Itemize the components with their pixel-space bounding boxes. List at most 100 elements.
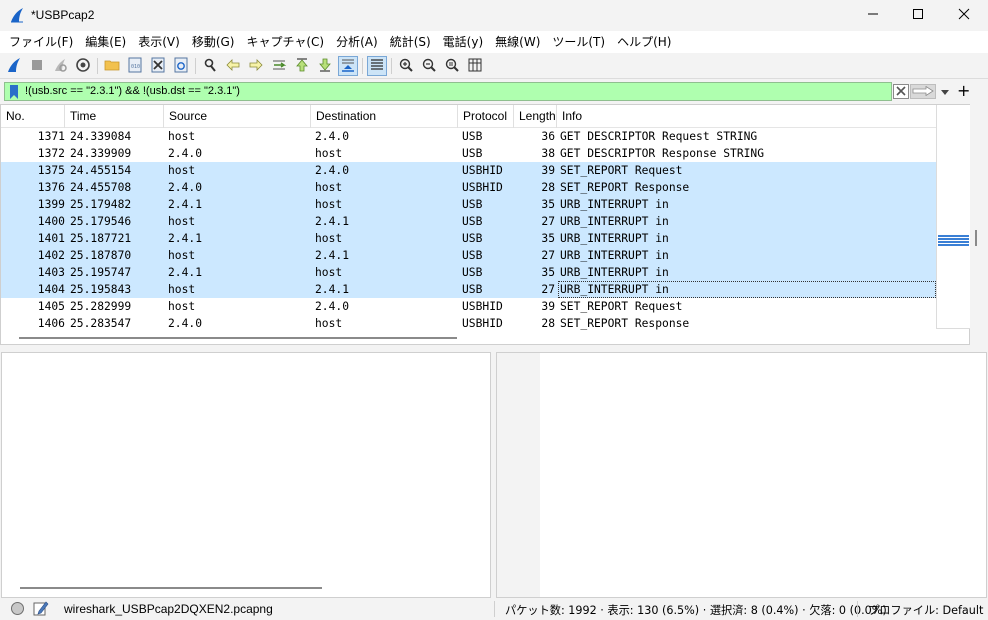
packet-time: 24.455708 [70,181,132,194]
capture-options-icon [75,57,91,76]
packet-row[interactable]: 1376 24.455708 2.4.0 host USBHID 28 SET_REPORT… [1,179,936,196]
packet-time: 24.339909 [70,147,132,160]
clear-icon [896,85,906,99]
column-header-no[interactable]: No. [1,105,65,128]
packet-length: 38 [541,147,555,160]
packet-row[interactable]: 1406 25.283547 2.4.0 host USBHID 28 SET_REPORT… [1,315,936,332]
packet-source: host [168,164,196,177]
save-file-button[interactable]: 010 [125,56,145,76]
packet-length: 39 [541,300,555,313]
menu-wireless[interactable]: 無線(W) [489,31,546,53]
packet-list-horizontal-scrollbar[interactable] [19,337,457,339]
packet-row[interactable]: 1402 25.187870 host 2.4.1 USB 27 URB_INTERRUPT… [1,247,936,264]
expert-info-icon[interactable] [11,602,24,615]
packet-source: 2.4.1 [168,232,203,245]
packet-info: URB_INTERRUPT in [560,232,669,245]
capture-options-button[interactable] [73,56,93,76]
packet-row[interactable]: 1375 24.455154 host 2.4.0 USBHID 39 SET_REPORT… [1,162,936,179]
capture-comment-icon[interactable] [33,600,49,616]
packet-row[interactable]: 1404 25.195843 host 2.4.1 USB 27 URB_INTERRUPT… [1,281,936,298]
packet-details-pane[interactable] [1,352,491,598]
packet-bytes-pane[interactable] [496,352,987,598]
menu-telephony[interactable]: 電話(y) [437,31,489,53]
zoom-in-button[interactable] [396,56,416,76]
close-button[interactable] [941,0,987,31]
profile-selector[interactable]: プロファイル: Default [868,602,983,618]
maximize-button[interactable] [895,0,941,31]
bookmark-icon[interactable] [8,84,20,100]
packet-number: 1404 [37,283,65,296]
close-file-button[interactable] [148,56,168,76]
menu-file[interactable]: ファイル(F) [3,31,79,53]
packet-number: 1405 [37,300,65,313]
packet-row[interactable]: 1371 24.339084 host 2.4.0 USB 36 GET DESCRIPTO… [1,128,936,145]
colorize-button[interactable] [367,56,387,76]
zoom-normal-button[interactable] [442,56,462,76]
packet-length: 36 [541,130,555,143]
packet-source: host [168,249,196,262]
arrow-right-icon [912,85,934,99]
packet-minimap-scrollbar[interactable] [936,105,970,329]
column-header-info[interactable]: Info [557,105,936,128]
packet-time: 25.187870 [70,249,132,262]
display-filter-input[interactable]: !(usb.src == "2.3.1") && !(usb.dst == "2… [4,82,892,101]
packet-row[interactable]: 1372 24.339909 2.4.0 host USB 38 GET DESCRIPTO… [1,145,936,162]
packet-destination: 2.4.1 [315,215,350,228]
svg-text:010: 010 [131,64,140,70]
menu-help[interactable]: ヘルプ(H) [611,31,677,53]
packet-length: 27 [541,249,555,262]
column-header-protocol[interactable]: Protocol [458,105,514,128]
menu-tools[interactable]: ツール(T) [546,31,611,53]
packet-row[interactable]: 1401 25.187721 2.4.1 host USB 35 URB_INTERRUPT… [1,230,936,247]
packet-list-vertical-scroll-thumb[interactable] [975,230,977,246]
packet-row[interactable]: 1399 25.179482 2.4.1 host USB 35 URB_INTERRUPT… [1,196,936,213]
column-header-destination[interactable]: Destination [311,105,458,128]
packet-length: 35 [541,232,555,245]
go-to-packet-button[interactable] [269,56,289,76]
reload-file-icon [173,57,189,76]
capture-file-name: wireshark_USBPcap2DQXEN2.pcapng [64,602,273,616]
menu-analyze[interactable]: 分析(A) [330,31,384,53]
colorize-icon [369,57,385,76]
clear-filter-button[interactable] [893,84,909,99]
column-header-source[interactable]: Source [164,105,311,128]
add-filter-button[interactable]: + [957,81,970,100]
menu-capture[interactable]: キャプチャ(C) [240,31,330,53]
reload-file-button[interactable] [171,56,191,76]
go-back-button[interactable] [223,56,243,76]
packet-number: 1402 [37,249,65,262]
resize-columns-button[interactable] [465,56,485,76]
packet-destination: 2.4.0 [315,130,350,143]
packet-info: URB_INTERRUPT in [560,198,669,211]
go-last-icon [317,57,333,76]
go-first-button[interactable] [292,56,312,76]
column-header-length[interactable]: Length [514,105,557,128]
stop-capture-button[interactable] [27,56,47,76]
go-forward-button[interactable] [246,56,266,76]
packet-row[interactable]: 1400 25.179546 host 2.4.1 USB 27 URB_INTERRUPT… [1,213,936,230]
filter-history-dropdown[interactable] [938,84,952,99]
apply-filter-button[interactable] [910,84,936,99]
packet-number: 1403 [37,266,65,279]
minimize-button[interactable] [850,0,896,31]
packet-number: 1400 [37,215,65,228]
go-last-button[interactable] [315,56,335,76]
packet-destination: host [315,198,343,211]
start-capture-button[interactable] [4,56,24,76]
details-horizontal-scrollbar[interactable] [20,587,322,589]
autoscroll-button[interactable] [338,56,358,76]
restart-capture-button[interactable] [50,56,70,76]
packet-destination: host [315,232,343,245]
menu-go[interactable]: 移動(G) [186,31,241,53]
packet-row[interactable]: 1405 25.282999 host 2.4.0 USBHID 39 SET_REPORT… [1,298,936,315]
packet-source: host [168,130,196,143]
packet-number: 1372 [37,147,65,160]
menu-statistics[interactable]: 統計(S) [384,31,437,53]
find-packet-button[interactable] [200,56,220,76]
packet-row[interactable]: 1403 25.195747 2.4.1 host USB 35 URB_INTERRUPT… [1,264,936,281]
zoom-out-button[interactable] [419,56,439,76]
column-header-time[interactable]: Time [65,105,164,128]
open-file-button[interactable] [102,56,122,76]
menu-edit[interactable]: 編集(E) [79,31,132,53]
menu-view[interactable]: 表示(V) [132,31,186,53]
